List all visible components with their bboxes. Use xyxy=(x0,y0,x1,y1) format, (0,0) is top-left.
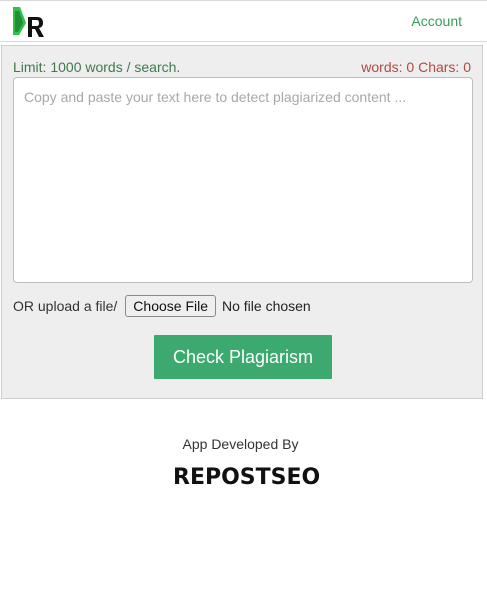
brand-wordmark: REPOSTSEO xyxy=(173,465,321,490)
top-bar: Account xyxy=(0,0,487,42)
check-plagiarism-button[interactable]: Check Plagiarism xyxy=(154,335,332,379)
content-textarea[interactable] xyxy=(13,77,473,283)
word-limit-text: Limit: 1000 words / search. xyxy=(13,59,181,75)
upload-label: OR upload a file/ xyxy=(13,298,118,314)
char-count: Chars: 0 xyxy=(418,59,471,75)
choose-file-button[interactable]: Choose File xyxy=(125,295,216,317)
no-file-chosen-text: No file chosen xyxy=(222,298,311,314)
plagiarism-checker-panel: Limit: 1000 words / search. words: 0 Cha… xyxy=(1,45,483,399)
prepostseo-brand-logo[interactable]: REPOSTSEO xyxy=(173,457,320,491)
word-char-counter: words: 0 Chars: 0 xyxy=(361,59,471,75)
account-link[interactable]: Account xyxy=(411,13,462,29)
file-upload-row: OR upload a file/ Choose File No file ch… xyxy=(13,294,311,318)
prepostseo-logo-icon[interactable] xyxy=(11,5,47,39)
word-count: words: 0 xyxy=(361,59,415,75)
app-developed-by-text: App Developed By xyxy=(182,436,299,452)
